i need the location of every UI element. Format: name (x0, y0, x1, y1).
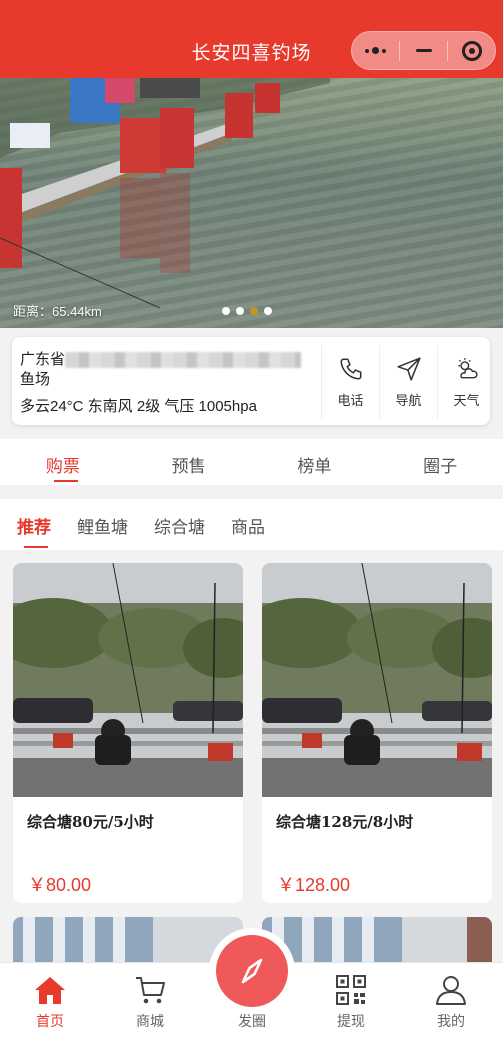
phone-label: 电话 (337, 392, 364, 408)
post-fab-container (209, 928, 295, 1014)
carousel-dot[interactable] (236, 307, 244, 315)
more-menu-button[interactable] (352, 32, 399, 69)
nav-home[interactable]: 首页 (15, 975, 85, 1031)
close-program-button[interactable] (448, 32, 495, 69)
distance-label: 距离：65.44km (13, 304, 102, 319)
post-fab-button[interactable] (216, 935, 288, 1007)
subtab-recommended[interactable]: 推荐 (17, 499, 51, 550)
weather-summary: 多云24°C 东南风 2级 气压 1005hpa (20, 398, 257, 415)
nav-mall[interactable]: 商城 (115, 975, 185, 1031)
venue-info-card: 广东省 鱼场 多云24°C 东南风 2级 气压 1005hpa 电话 导航 天气 (12, 337, 490, 425)
category-tabs: 推荐 鲤鱼塘 综合塘 商品 (0, 499, 503, 550)
navigation-label: 导航 (395, 392, 422, 408)
tab-circle[interactable]: 圈子 (377, 439, 503, 485)
product-card[interactable]: 综合塘128元/8小时 ￥128.00 (262, 563, 492, 903)
tab-tickets[interactable]: 购票 (0, 439, 126, 485)
product-image (262, 563, 492, 797)
top-bar: 长安四喜钓场 (0, 0, 503, 78)
weather-icon (457, 357, 478, 378)
nav-post-label: 发圈 (238, 1013, 266, 1029)
weather-label: 天气 (453, 392, 480, 408)
subtab-goods[interactable]: 商品 (231, 499, 265, 550)
minimize-icon (415, 49, 432, 52)
carousel-dot-active[interactable] (250, 307, 258, 315)
address-redacted (65, 352, 302, 369)
user-icon (436, 976, 466, 1005)
venue-actions: 电话 导航 天气 (321, 345, 495, 419)
product-name: 综合塘128元/8小时 (276, 813, 414, 831)
carousel-dot[interactable] (264, 307, 272, 315)
nav-withdraw-label: 提现 (337, 1013, 365, 1029)
close-target-icon (461, 40, 482, 61)
weather-button[interactable]: 天气 (437, 345, 495, 419)
address-venue: 鱼场 (20, 371, 51, 388)
product-price: ￥80.00 (28, 875, 92, 895)
product-price: ￥128.00 (277, 875, 351, 895)
minimize-button[interactable] (400, 32, 447, 69)
home-icon (35, 977, 65, 1004)
main-tabs: 购票 预售 榜单 圈子 (0, 439, 503, 485)
nav-withdraw[interactable]: 提现 (316, 975, 386, 1031)
nav-mine[interactable]: 我的 (416, 975, 486, 1031)
carousel-indicator (222, 307, 272, 315)
product-name: 综合塘80元/5小时 (27, 813, 154, 831)
product-image (13, 563, 243, 797)
subtab-mixed-pond[interactable]: 综合塘 (154, 499, 205, 550)
nav-mall-label: 商城 (136, 1013, 164, 1029)
product-card[interactable]: 综合塘80元/5小时 ￥80.00 (13, 563, 243, 903)
address-province: 广东省 (20, 351, 66, 368)
phone-button[interactable]: 电话 (321, 345, 379, 419)
cart-icon (136, 977, 165, 1004)
nav-mine-label: 我的 (437, 1013, 465, 1029)
qr-code-icon (336, 975, 366, 1005)
subtab-carp-pond[interactable]: 鲤鱼塘 (77, 499, 128, 550)
tab-leaderboard[interactable]: 榜单 (252, 439, 378, 485)
phone-icon (339, 357, 362, 380)
navigation-button[interactable]: 导航 (379, 345, 437, 419)
more-dots-icon (365, 47, 386, 54)
nav-home-label: 首页 (36, 1013, 64, 1029)
venue-address: 广东省 鱼场 (20, 350, 325, 390)
navigation-icon (396, 356, 421, 381)
mini-program-capsule (351, 31, 496, 70)
carousel-dot[interactable] (222, 307, 230, 315)
compass-icon (241, 958, 263, 984)
banner-carousel[interactable]: 距离：65.44km (0, 78, 503, 328)
fishing-dock-photo (0, 78, 330, 308)
tab-presale[interactable]: 预售 (126, 439, 252, 485)
